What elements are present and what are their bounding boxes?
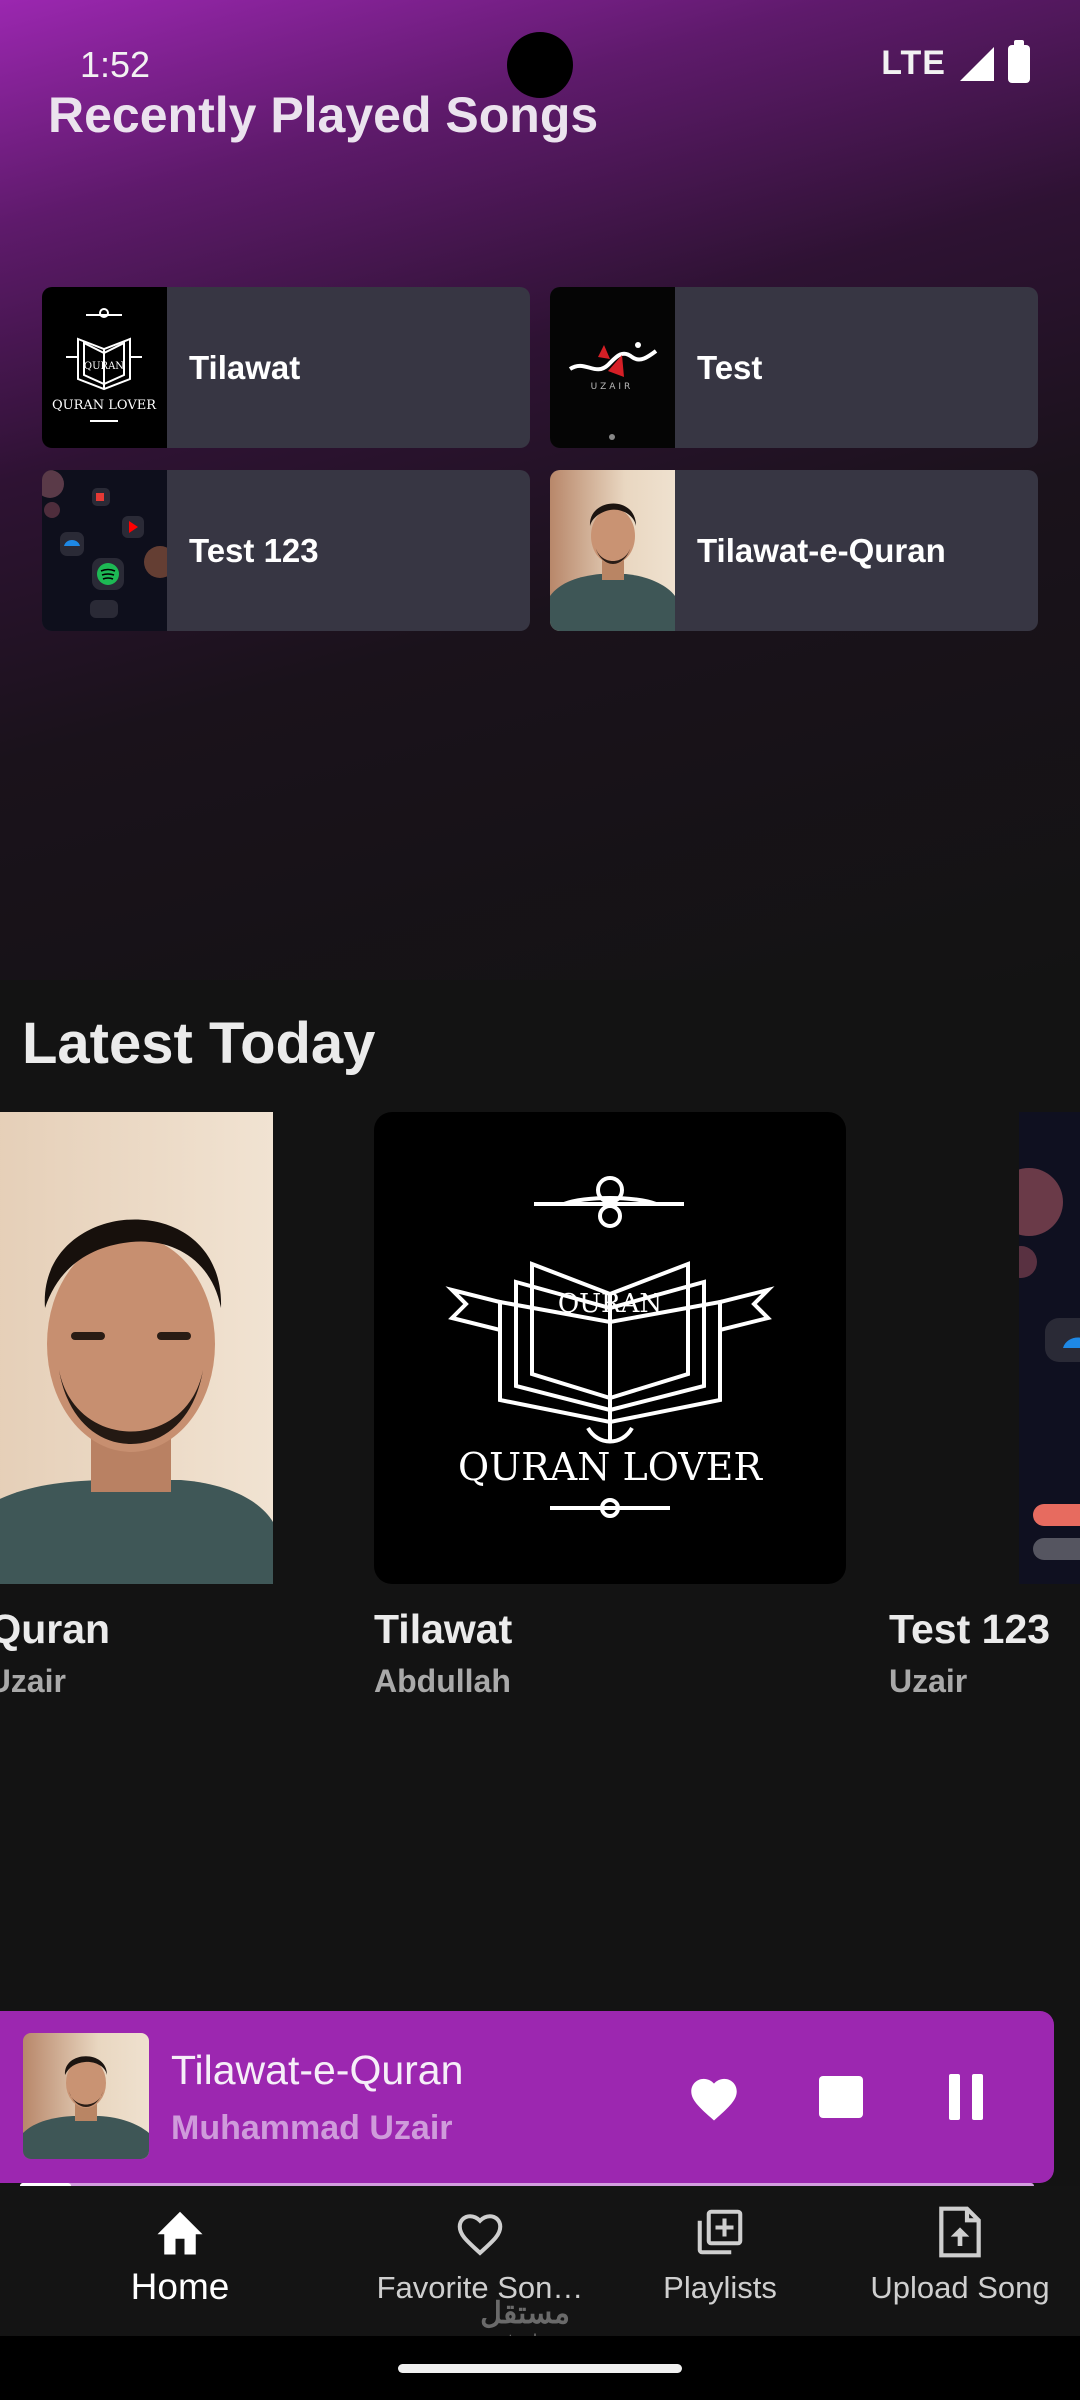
recent-song-title: Tilawat-e-Quran: [697, 531, 946, 569]
recent-song-card[interactable]: Test 123: [42, 470, 530, 631]
upload-file-icon: [932, 2204, 988, 2260]
latest-song-artist: Muhammad Uzair: [0, 1663, 66, 1699]
status-indicators: LTE: [881, 39, 1030, 83]
art-text: QURAN LOVER: [458, 1445, 763, 1489]
quran-lover-art: QURAN QURAN LOVER: [42, 287, 167, 448]
nav-favorites[interactable]: Favorite Son…: [360, 2204, 600, 2306]
art-text: QURAN: [84, 361, 124, 372]
latest-song-card[interactable]: Tilawat-e-Quran Muhammad Uzair: [0, 1112, 273, 1700]
playlist-add-icon: [692, 2204, 748, 2260]
recent-song-card[interactable]: UZAIR Test: [550, 287, 1038, 448]
latest-today-heading: Latest Today: [22, 1011, 376, 1076]
battery-icon: [1008, 39, 1030, 83]
nav-upload-song-label: Upload Song: [870, 2270, 1050, 2305]
portrait-photo: [0, 1112, 273, 1584]
art-text: UZAIR: [591, 382, 634, 392]
stop-icon: [819, 2076, 863, 2118]
heart-outline-icon: [452, 2204, 508, 2260]
stop-button[interactable]: [809, 2065, 873, 2129]
favorite-button[interactable]: [682, 2065, 746, 2129]
app-screenshot-art: [1019, 1112, 1080, 1584]
latest-song-card[interactable]: Test 123 Uzair: [889, 1112, 1080, 1700]
nav-home-label: Home: [130, 2266, 230, 2307]
home-icon: [152, 2204, 208, 2260]
nav-home[interactable]: Home: [100, 2204, 260, 2308]
nav-playlists-label: Playlists: [663, 2270, 777, 2305]
calligraphy-art: UZAIR: [550, 287, 675, 448]
status-time: 1:52: [80, 44, 151, 85]
gesture-handle[interactable]: [398, 2364, 682, 2373]
now-playing-title: Tilawat-e-Quran: [171, 2047, 464, 2093]
latest-song-title: Test 123: [889, 1606, 1051, 1652]
recent-song-card[interactable]: QURAN QURAN LOVER Tilawat: [42, 287, 530, 448]
latest-song-artist: Abdullah: [374, 1663, 511, 1699]
latest-song-artist: Uzair: [889, 1663, 968, 1699]
art-text: QURAN LOVER: [52, 398, 157, 413]
recently-played-grid: QURAN QURAN LOVER Tilawat UZAIR Test Tes…: [42, 287, 1038, 631]
pause-button[interactable]: [934, 2065, 998, 2129]
signal-icon: [960, 46, 994, 81]
pause-icon: [949, 2074, 983, 2120]
latest-song-title: Tilawat: [374, 1606, 513, 1652]
watermark-logo-text: مستقل: [480, 2297, 570, 2330]
art-text: QURAN: [558, 1289, 662, 1319]
latest-song-card[interactable]: QURAN QURAN LOVER Tilawat Abdullah: [374, 1112, 846, 1700]
latest-today-carousel[interactable]: Tilawat-e-Quran Muhammad Uzair: [0, 1112, 1080, 1712]
recently-played-heading: Recently Played Songs: [48, 87, 599, 143]
recent-song-title: Test: [697, 348, 763, 386]
network-type: LTE: [881, 44, 946, 82]
now-playing-artwork: [23, 2033, 149, 2159]
heart-filled-icon: [691, 2078, 737, 2121]
quran-lover-art: QURAN QURAN LOVER: [374, 1112, 846, 1584]
recent-song-card[interactable]: Tilawat-e-Quran: [550, 470, 1038, 631]
nav-playlists[interactable]: Playlists: [640, 2204, 800, 2306]
portrait-photo: [550, 470, 675, 631]
app-icons-art: [42, 470, 167, 631]
recent-song-title: Test 123: [189, 531, 319, 569]
nav-upload-song[interactable]: Upload Song: [860, 2204, 1060, 2306]
now-playing-bar[interactable]: Tilawat-e-Quran Muhammad Uzair: [0, 2011, 1054, 2189]
recent-song-title: Tilawat: [189, 348, 301, 386]
latest-song-title: Tilawat-e-Quran: [0, 1606, 111, 1652]
now-playing-artist: Muhammad Uzair: [171, 2109, 453, 2147]
